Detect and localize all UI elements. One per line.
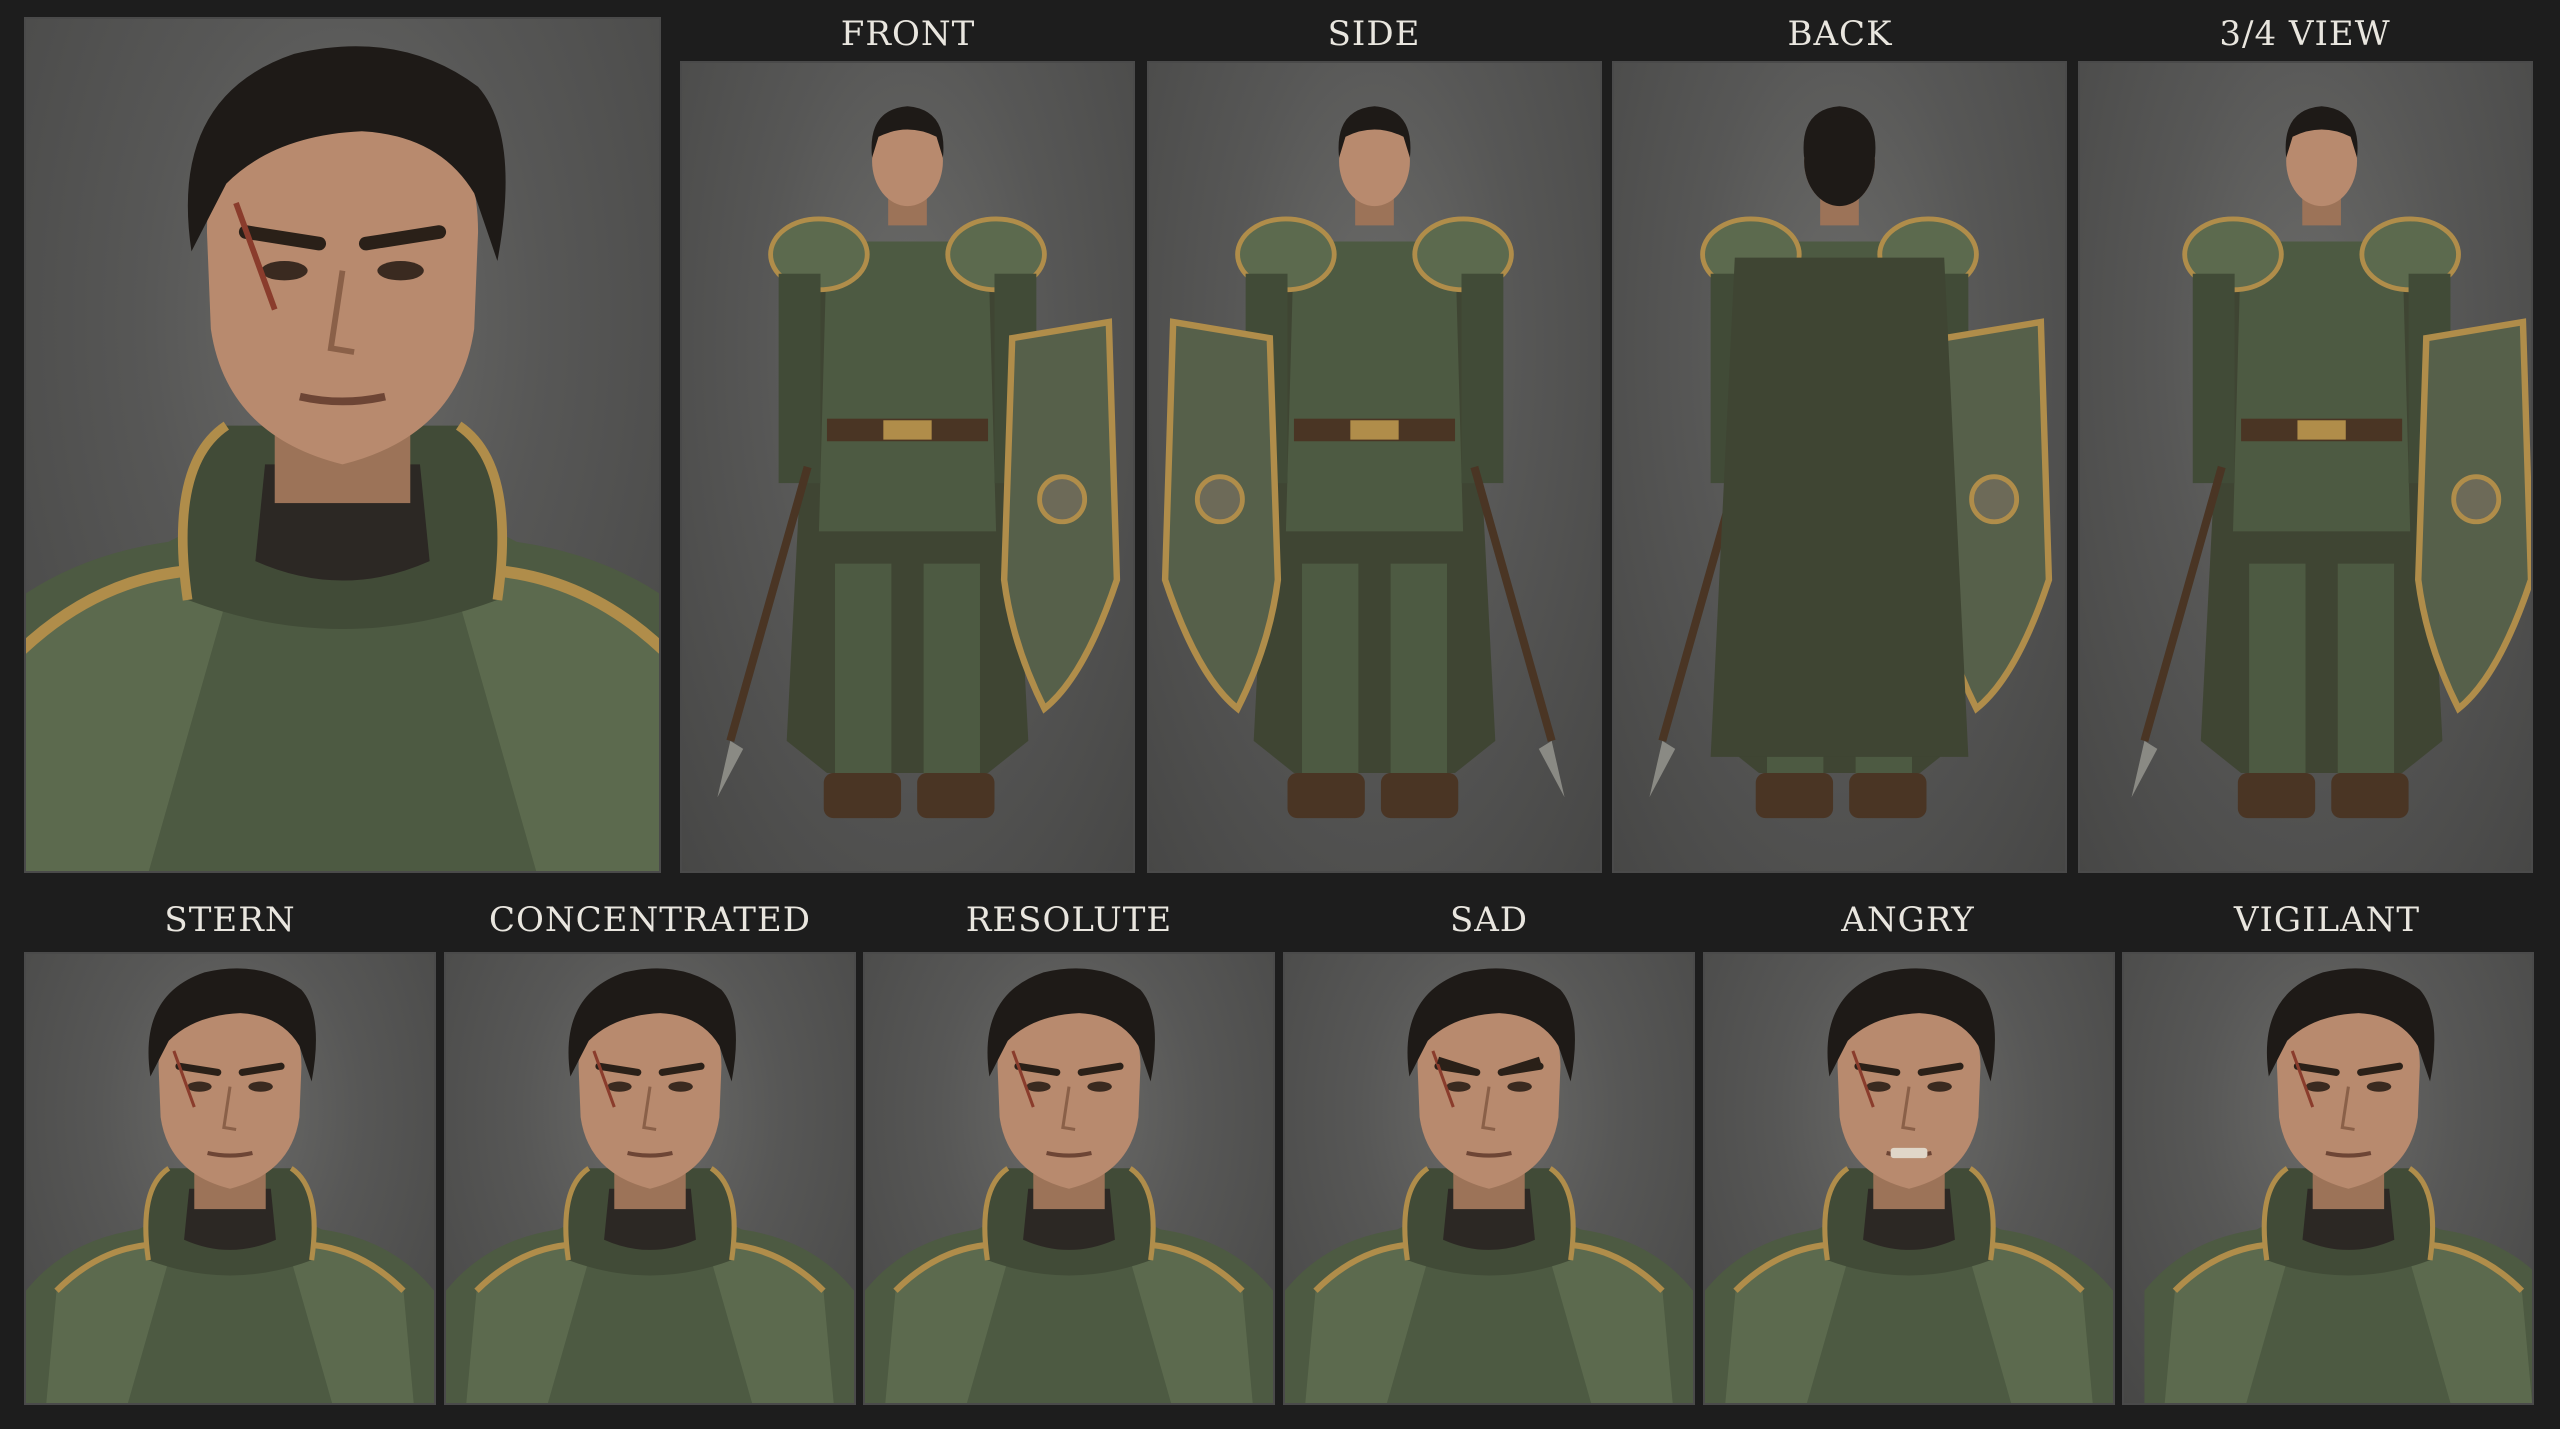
view-label-front: FRONT bbox=[840, 14, 976, 54]
expression-panel-sad[interactable] bbox=[1283, 952, 1695, 1405]
concentrated-expression-image bbox=[446, 954, 854, 1403]
expression-label-resolute: RESOLUTE bbox=[965, 900, 1173, 940]
front-view-image bbox=[682, 63, 1133, 871]
view-panel-front[interactable] bbox=[680, 61, 1135, 873]
three-quarter-view-image bbox=[2080, 63, 2531, 871]
view-panel-side[interactable] bbox=[1147, 61, 1602, 873]
expression-panel-concentrated[interactable] bbox=[444, 952, 856, 1405]
expression-panel-vigilant[interactable] bbox=[2122, 952, 2534, 1405]
view-label-back: BACK bbox=[1787, 14, 1893, 54]
back-view-image bbox=[1614, 63, 2065, 871]
main-portrait-panel[interactable] bbox=[24, 17, 661, 873]
resolute-expression-image bbox=[865, 954, 1273, 1403]
expression-label-vigilant: VIGILANT bbox=[2233, 900, 2421, 940]
view-label-side: SIDE bbox=[1327, 14, 1421, 54]
expression-panel-resolute[interactable] bbox=[863, 952, 1275, 1405]
stern-expression-image bbox=[26, 954, 434, 1403]
expression-label-concentrated: CONCENTRATED bbox=[489, 900, 811, 940]
vigilant-expression-image bbox=[2124, 954, 2532, 1403]
view-label-three-quarter: 3/4 VIEW bbox=[2219, 14, 2391, 54]
expression-label-sad: SAD bbox=[1449, 900, 1529, 940]
expression-panel-stern[interactable] bbox=[24, 952, 436, 1405]
expression-label-stern: STERN bbox=[164, 900, 296, 940]
side-view-image bbox=[1149, 63, 1600, 871]
expression-label-angry: ANGRY bbox=[1841, 900, 1975, 940]
view-panel-three-quarter[interactable] bbox=[2078, 61, 2533, 873]
angry-expression-image bbox=[1705, 954, 2113, 1403]
expression-panel-angry[interactable] bbox=[1703, 952, 2115, 1405]
sad-expression-image bbox=[1285, 954, 1693, 1403]
view-panel-back[interactable] bbox=[1612, 61, 2067, 873]
character-portrait-image bbox=[26, 19, 659, 871]
